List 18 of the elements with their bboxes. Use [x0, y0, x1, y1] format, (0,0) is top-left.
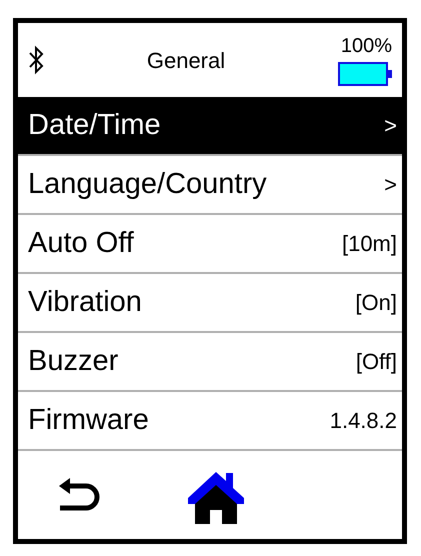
menu-label: Buzzer	[28, 344, 118, 379]
menu-item[interactable]: Date/Time >	[18, 97, 402, 156]
menu-value: [On]	[355, 289, 397, 317]
menu-label: Firmware	[28, 402, 149, 438]
menu-value: 1.4.8.2	[330, 407, 397, 435]
menu-value: >	[384, 171, 397, 199]
battery-icon	[338, 62, 392, 86]
menu-value: [10m]	[342, 230, 397, 258]
menu-label: Language/Country	[28, 166, 267, 202]
screen-title: General	[146, 46, 226, 74]
menu-label: Vibration	[28, 284, 142, 320]
home-icon[interactable]	[188, 472, 244, 524]
battery-percentage: 100%	[340, 34, 392, 58]
menu-value: >	[384, 112, 397, 140]
menu-value: [Off]	[356, 348, 397, 376]
bluetooth-icon	[28, 45, 44, 75]
menu-label: Auto Off	[28, 226, 134, 261]
menu-label: Date/Time	[28, 108, 161, 143]
